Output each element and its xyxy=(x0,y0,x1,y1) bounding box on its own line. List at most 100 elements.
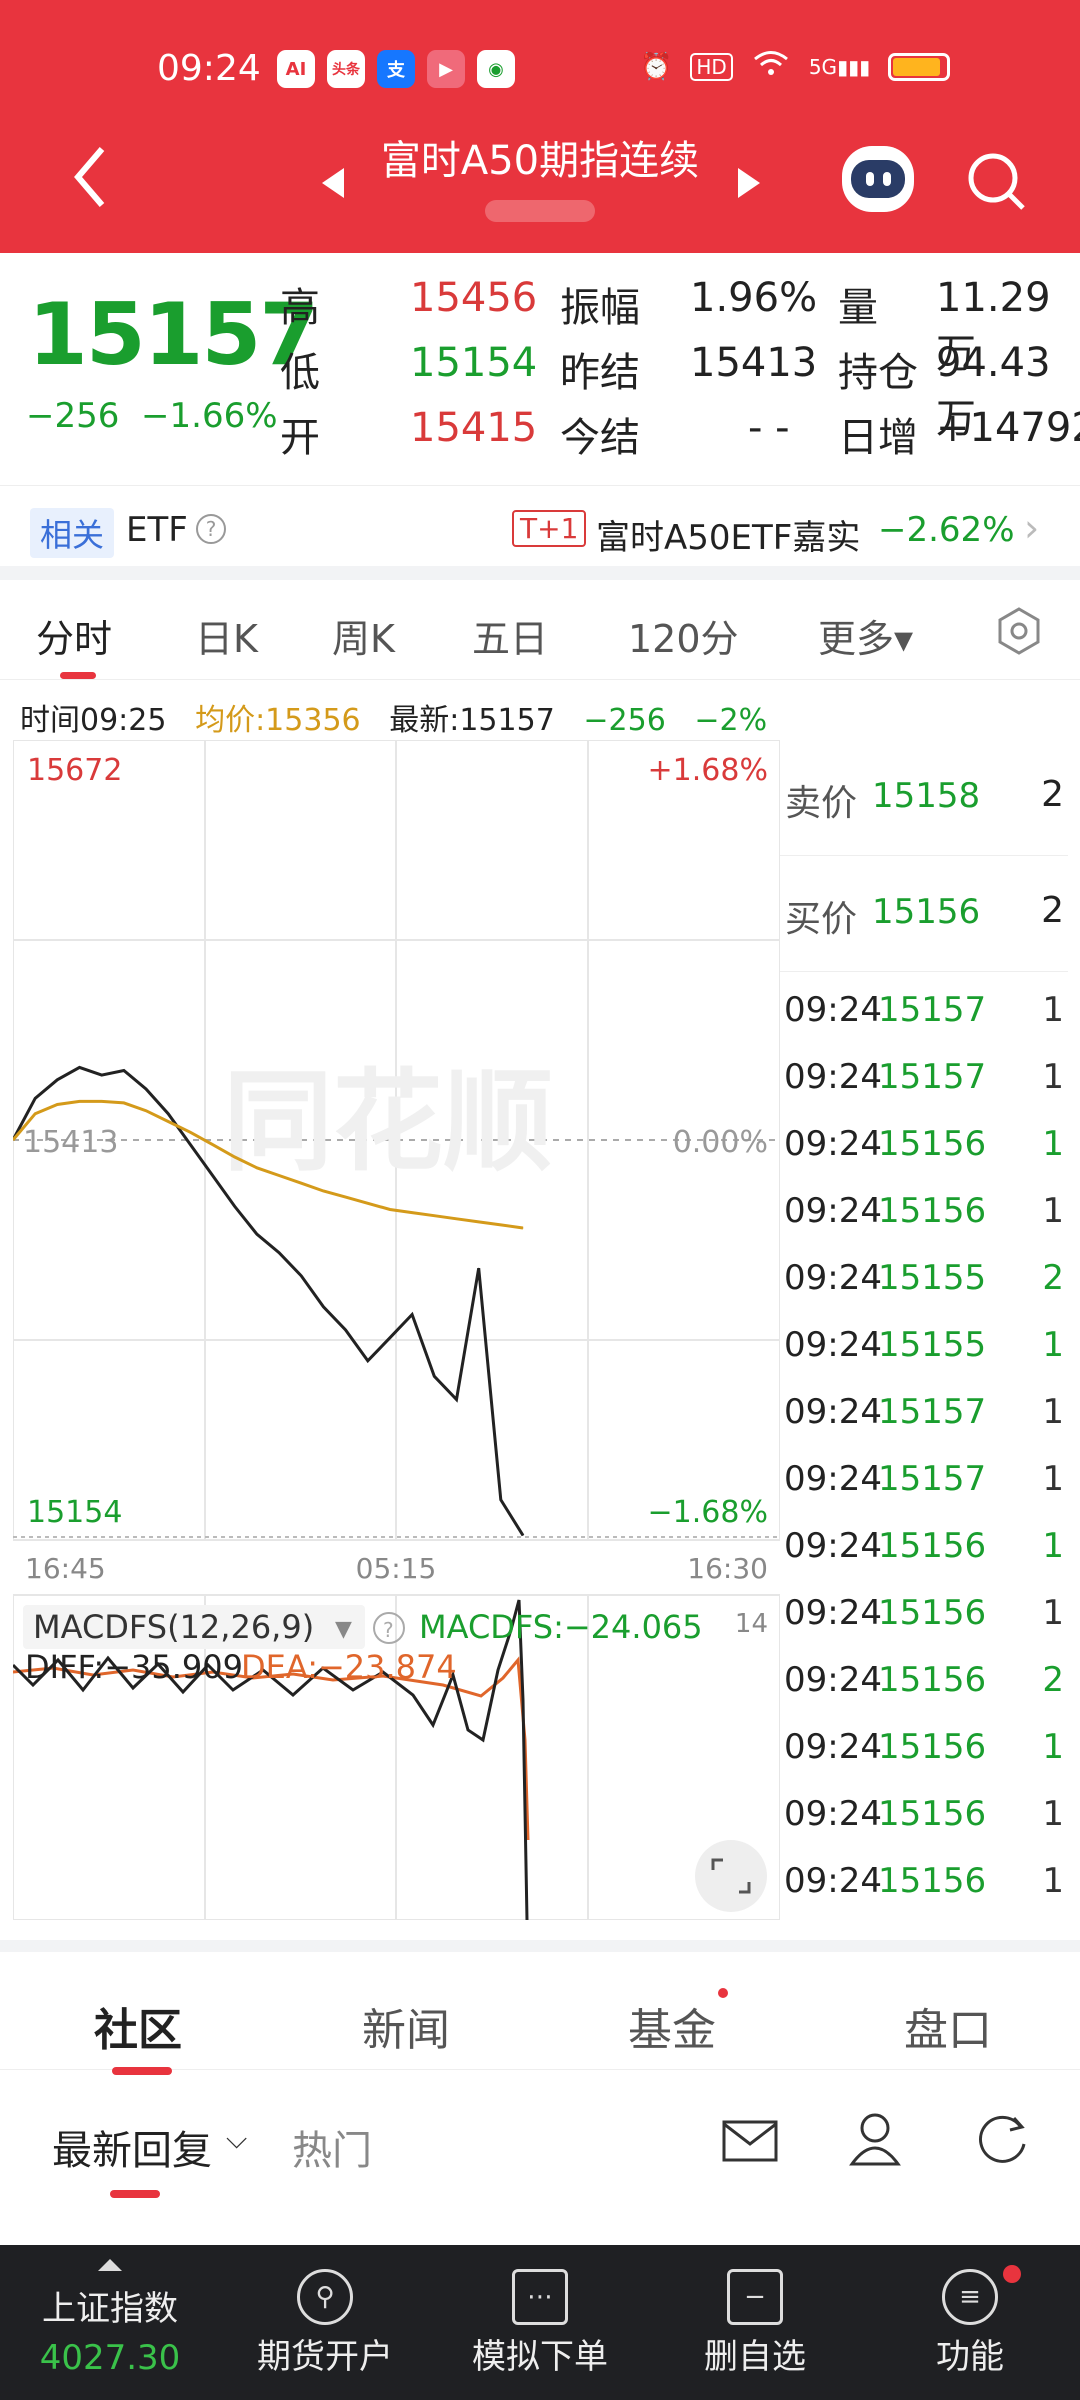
trade-time: 09:24 xyxy=(784,1258,882,1298)
trade-time: 09:24 xyxy=(784,1191,882,1231)
avg-price-point xyxy=(101,1100,103,1102)
trade-price: 15157 xyxy=(878,1392,987,1432)
menu-icon: ≡ xyxy=(942,2269,998,2325)
trade-volume: 1 xyxy=(1042,1526,1064,1566)
chat-app-icon: ◉ xyxy=(477,50,515,88)
functions-button[interactable]: ≡ 功能 xyxy=(875,2245,1065,2400)
trade-time: 09:24 xyxy=(784,1794,882,1834)
fullscreen-button[interactable] xyxy=(695,1840,767,1912)
ask-row: 卖价 15158 2 xyxy=(780,740,1068,856)
price-point xyxy=(456,1399,457,1400)
tab-weekly-k[interactable]: 周K xyxy=(332,608,395,663)
price-point xyxy=(300,1275,302,1277)
tab-intraday[interactable]: 分时 xyxy=(36,608,112,663)
related-tag: 相关 xyxy=(30,508,115,558)
open-label: 开 xyxy=(280,415,320,461)
trade-price: 15157 xyxy=(878,1459,987,1499)
help-icon[interactable]: ? xyxy=(196,514,226,544)
index-ticker[interactable]: 上证指数 4027.30 xyxy=(0,2245,220,2400)
trade-price: 15155 xyxy=(878,1325,987,1365)
status-right: ⏰ HD 5G▮▮▮ xyxy=(640,48,951,85)
avg-price-point xyxy=(123,1102,125,1104)
info-time: 时间09:25 xyxy=(20,703,167,738)
avg-price-point xyxy=(145,1110,147,1112)
tab-120min[interactable]: 120分 xyxy=(628,608,739,663)
trade-price: 15156 xyxy=(878,1794,987,1834)
trade-price: 15156 xyxy=(878,1727,987,1767)
price-point xyxy=(389,1337,391,1339)
amplitude-label: 振幅 xyxy=(560,285,640,331)
ask-volume: 2 xyxy=(1041,774,1064,815)
x-label-end: 16:30 xyxy=(687,1552,768,1585)
price-point xyxy=(500,1499,502,1501)
status-time: 09:24 xyxy=(157,48,261,89)
minus-box-icon: − xyxy=(727,2269,783,2325)
wifi-icon xyxy=(751,48,791,85)
price-point xyxy=(34,1097,36,1099)
related-etf-row[interactable]: 相关 ETF ? T+1 富时A50ETF嘉实 −2.62% › xyxy=(0,485,1080,580)
sort-latest-reply[interactable]: 最新回复 xyxy=(52,2118,212,2176)
document-icon: ⋯ xyxy=(512,2269,568,2325)
trade-time: 09:24 xyxy=(784,1459,882,1499)
bid-volume: 2 xyxy=(1041,890,1064,931)
y-ref-label: 15413 xyxy=(23,1125,118,1160)
price-point xyxy=(234,1205,236,1207)
trade-time: 09:24 xyxy=(784,1057,882,1097)
tab-fund[interactable]: 基金 xyxy=(628,1994,716,2058)
mail-icon[interactable] xyxy=(722,2118,778,2168)
today-settle-label: 今结 xyxy=(560,415,640,461)
tab-five-day[interactable]: 五日 xyxy=(472,608,548,663)
tab-daily-k[interactable]: 日K xyxy=(195,608,258,663)
notification-dot xyxy=(718,1988,728,1998)
macd-name: MACDFS(12,26,9) xyxy=(33,1608,314,1646)
remove-watchlist-button[interactable]: − 删自选 xyxy=(660,2245,850,2400)
index-name: 上证指数 xyxy=(42,2289,178,2329)
content-tabs: 社区 新闻 基金 盘口 xyxy=(0,1940,1080,2075)
robot-icon[interactable] xyxy=(842,146,914,212)
price-point xyxy=(322,1306,324,1308)
avg-price-point xyxy=(278,1175,280,1176)
bottom-bar: 上证指数 4027.30 ⚲ 期货开户 ⋯ 模拟下单 − 删自选 ≡ 功能 xyxy=(0,2245,1080,2400)
trade-volume: 1 xyxy=(1042,1794,1064,1834)
tab-community[interactable]: 社区 xyxy=(94,1994,182,2058)
futures-account-button[interactable]: ⚲ 期货开户 xyxy=(230,2245,420,2400)
x-label-mid: 05:15 xyxy=(356,1552,437,1585)
remove-watchlist-label: 删自选 xyxy=(704,2337,806,2377)
alipay-icon: 支 xyxy=(377,50,415,88)
diff-value: DIFF:−35.909 xyxy=(25,1648,243,1686)
info-avg: 均价:15356 xyxy=(195,703,361,738)
simulate-order-button[interactable]: ⋯ 模拟下单 xyxy=(445,2245,635,2400)
order-book: 卖价 15158 2 买价 15156 2 09:24 15157 1 09:24 15… xyxy=(780,740,1068,1920)
tab-news[interactable]: 新闻 xyxy=(362,1994,450,2058)
avg-price-point xyxy=(234,1156,236,1158)
sort-hot[interactable]: 热门 xyxy=(292,2118,372,2176)
user-icon[interactable] xyxy=(848,2110,902,2170)
tab-orderbook[interactable]: 盘口 xyxy=(904,1994,992,2058)
t1-badge: T+1 xyxy=(512,510,587,547)
notification-dot xyxy=(1003,2265,1021,2283)
intraday-chart[interactable]: 同花顺 15672 +1.68% 15413 0.00% 15154 −1.68… xyxy=(11,739,781,1921)
refresh-icon[interactable] xyxy=(974,2110,1030,2170)
avg-price-point xyxy=(256,1167,258,1169)
battery-icon xyxy=(888,52,951,81)
trade-volume: 1 xyxy=(1042,1727,1064,1767)
search-button[interactable] xyxy=(965,150,1029,218)
price-point xyxy=(345,1329,347,1331)
today-settle-value: - - xyxy=(748,405,790,451)
etf-name: 富时A50ETF嘉实 xyxy=(596,518,861,558)
bid-row: 买价 15156 2 xyxy=(780,856,1068,972)
amplitude-value: 1.96% xyxy=(690,275,818,321)
high-label: 高 xyxy=(280,285,320,331)
info-pct: −2% xyxy=(694,703,768,738)
avg-price-point xyxy=(212,1144,214,1146)
tab-more[interactable]: 更多▾ xyxy=(818,608,913,663)
avg-price-point xyxy=(389,1209,391,1210)
key-icon: ⚲ xyxy=(297,2269,353,2325)
settings-icon[interactable] xyxy=(994,606,1044,660)
dea-value: DEA:−23.874 xyxy=(241,1648,457,1686)
avg-price-point xyxy=(522,1227,524,1229)
price-point xyxy=(56,1079,58,1081)
bid-label: 买价 xyxy=(785,899,858,940)
next-contract-button[interactable] xyxy=(736,166,762,204)
signal-icon: 5G▮▮▮ xyxy=(808,54,871,79)
